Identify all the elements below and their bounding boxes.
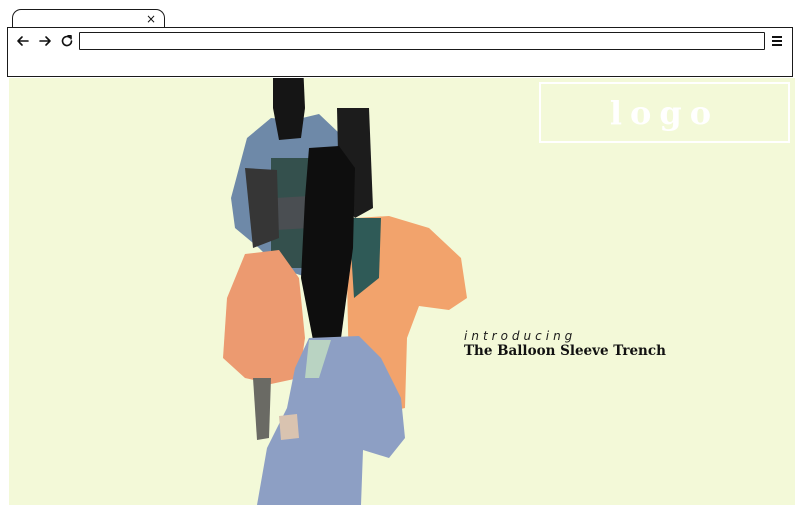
bookmarks-bar	[7, 54, 793, 77]
address-bar[interactable]	[79, 32, 765, 50]
forward-arrow-icon[interactable]	[36, 31, 54, 51]
logo-box[interactable]: logo	[539, 82, 790, 143]
tab-close-icon[interactable]: ×	[146, 11, 156, 27]
hamburger-icon[interactable]	[772, 32, 786, 50]
hero-product-title[interactable]: The Balloon Sleeve Trench	[464, 343, 666, 359]
page-viewport: logo introducing The Balloon Sleeve Tren…	[9, 78, 795, 505]
figure-mask-center	[301, 146, 355, 340]
browser-tab[interactable]: ×	[12, 9, 165, 28]
reload-icon[interactable]	[58, 31, 76, 51]
back-arrow-icon[interactable]	[14, 31, 32, 51]
browser-toolbar	[7, 27, 793, 55]
figure-mask-top	[273, 78, 305, 140]
logo-text: logo	[609, 93, 720, 132]
hero-eyebrow: introducing	[464, 329, 577, 343]
